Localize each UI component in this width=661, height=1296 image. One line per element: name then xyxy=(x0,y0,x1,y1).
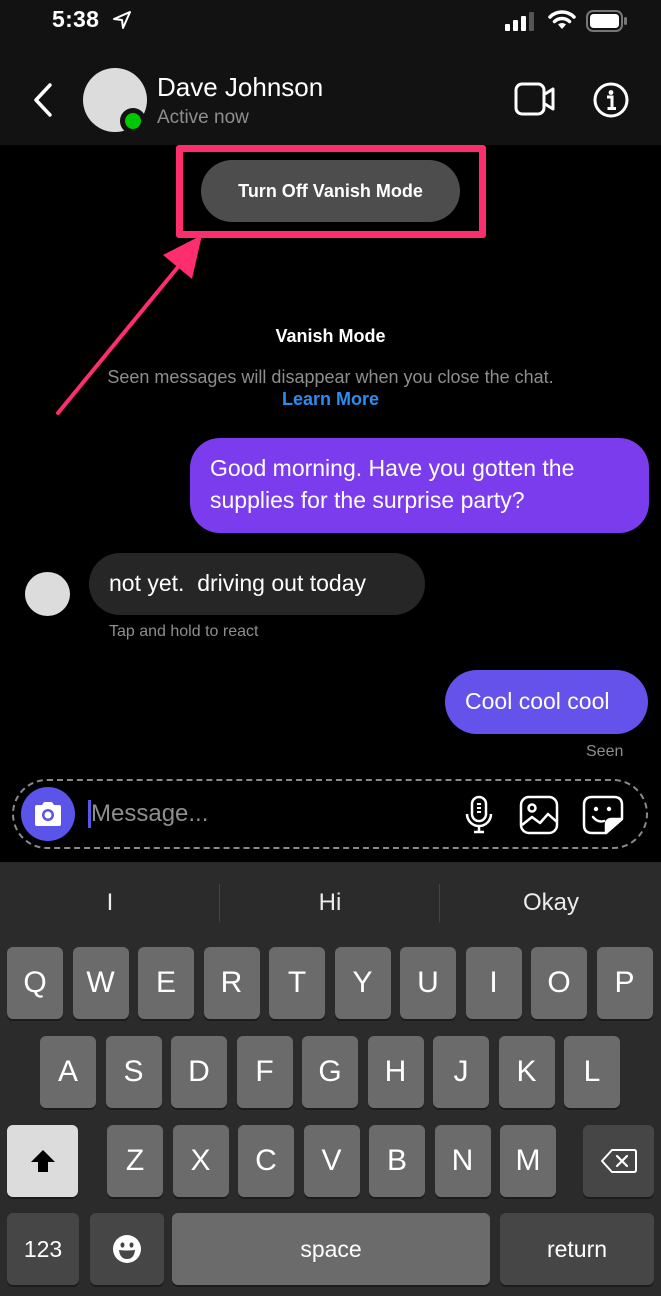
message-outgoing[interactable]: Good morning. Have you gotten the suppli… xyxy=(190,438,649,533)
suggestion-item[interactable]: Okay xyxy=(441,862,661,944)
key-n[interactable]: N xyxy=(434,1125,491,1197)
react-hint: Tap and hold to react xyxy=(109,623,259,640)
shift-key[interactable] xyxy=(7,1125,78,1197)
battery-icon xyxy=(586,10,627,32)
seen-receipt: Seen xyxy=(586,743,624,760)
cellular-signal-icon xyxy=(505,12,534,31)
vanish-mode-title: Vanish Mode xyxy=(275,326,386,346)
online-status-dot xyxy=(120,108,146,134)
suggestion-divider xyxy=(439,884,440,922)
wifi-icon xyxy=(548,10,576,29)
status-bar: 5:38 xyxy=(0,0,661,50)
return-key[interactable]: return xyxy=(500,1213,654,1285)
contact-name[interactable]: Dave Johnson xyxy=(157,72,323,103)
message-input[interactable] xyxy=(91,796,451,832)
key-h[interactable]: H xyxy=(367,1036,424,1108)
keyboard: I Hi Okay QWERTYUIOP ASDFGHJKL ZXCVBNM 1… xyxy=(0,862,661,1296)
key-m[interactable]: M xyxy=(500,1125,556,1197)
backspace-key[interactable] xyxy=(583,1125,654,1197)
message-outgoing[interactable]: Cool cool cool xyxy=(445,670,648,734)
learn-more-link[interactable]: Learn More xyxy=(282,389,379,409)
key-f[interactable]: F xyxy=(236,1036,293,1108)
key-b[interactable]: B xyxy=(369,1125,425,1197)
numbers-key[interactable]: 123 xyxy=(7,1213,79,1285)
location-arrow-icon xyxy=(113,11,131,29)
status-time: 5:38 xyxy=(52,6,100,32)
microphone-icon[interactable] xyxy=(464,795,494,835)
key-t[interactable]: T xyxy=(269,947,325,1019)
key-g[interactable]: G xyxy=(302,1036,358,1108)
key-e[interactable]: E xyxy=(138,947,194,1019)
key-s[interactable]: S xyxy=(105,1036,162,1108)
key-x[interactable]: X xyxy=(172,1125,229,1197)
info-icon[interactable] xyxy=(593,82,629,118)
key-y[interactable]: Y xyxy=(334,947,391,1019)
emoji-key[interactable] xyxy=(90,1213,164,1285)
key-p[interactable]: P xyxy=(596,947,653,1019)
key-z[interactable]: Z xyxy=(107,1125,163,1197)
key-l[interactable]: L xyxy=(564,1036,620,1108)
sticker-icon[interactable] xyxy=(582,795,624,835)
contact-status: Active now xyxy=(157,107,249,128)
video-call-icon[interactable] xyxy=(514,82,556,116)
emoji-icon xyxy=(113,1235,141,1263)
back-chevron-icon[interactable] xyxy=(28,80,58,120)
key-q[interactable]: Q xyxy=(7,947,63,1019)
key-j[interactable]: J xyxy=(433,1036,489,1108)
key-w[interactable]: W xyxy=(72,947,129,1019)
vanish-mode-description: Seen messages will disappear when you cl… xyxy=(100,366,561,410)
camera-button[interactable] xyxy=(21,787,75,841)
vanish-description-text: Seen messages will disappear when you cl… xyxy=(107,367,554,387)
shift-arrow-icon xyxy=(30,1150,55,1172)
key-r[interactable]: R xyxy=(203,947,260,1019)
gallery-icon[interactable] xyxy=(519,795,559,835)
chat-header: Dave Johnson Active now xyxy=(0,50,661,145)
space-key[interactable]: space xyxy=(172,1213,490,1285)
key-u[interactable]: U xyxy=(400,947,456,1019)
suggestion-item[interactable]: I xyxy=(0,862,220,944)
suggestion-item[interactable]: Hi xyxy=(220,862,440,944)
key-o[interactable]: O xyxy=(531,947,587,1019)
key-a[interactable]: A xyxy=(40,1036,96,1108)
key-c[interactable]: C xyxy=(238,1125,294,1197)
key-i[interactable]: I xyxy=(465,947,522,1019)
sender-avatar[interactable] xyxy=(25,572,70,616)
backspace-icon xyxy=(600,1149,637,1173)
key-k[interactable]: K xyxy=(498,1036,555,1108)
key-d[interactable]: D xyxy=(171,1036,227,1108)
annotation-highlight-box xyxy=(176,145,486,238)
message-incoming[interactable]: not yet. driving out today xyxy=(89,553,425,615)
key-v[interactable]: V xyxy=(303,1125,360,1197)
camera-icon xyxy=(35,802,61,826)
